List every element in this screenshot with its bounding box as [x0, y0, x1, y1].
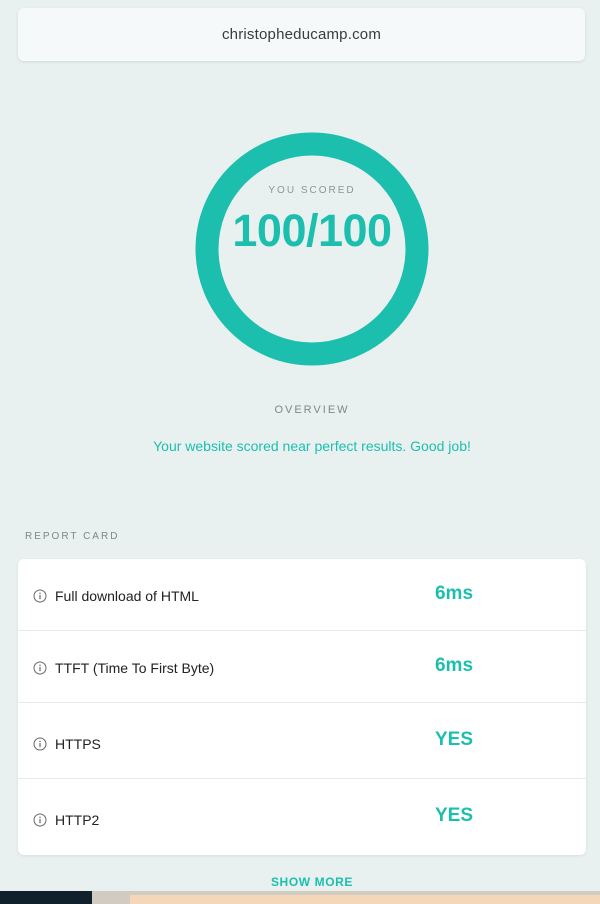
report-row-value: 6ms [434, 583, 474, 604]
site-url: christopheducamp.com [221, 26, 382, 43]
report-row-value: 6ms [434, 655, 474, 676]
info-icon[interactable] [33, 589, 47, 603]
report-row-value: YES [434, 805, 474, 826]
overview-text: Your website scored near perfect results… [153, 438, 471, 454]
report-row-html-download: Full download of HTML 6ms [18, 559, 586, 631]
report-card: Full download of HTML 6ms TTFT (Time To … [18, 559, 586, 855]
report-row-http2: HTTP2 YES [18, 779, 586, 855]
score-value: 100/100 [232, 205, 392, 256]
report-row-value: YES [434, 729, 474, 750]
info-icon[interactable] [33, 813, 47, 827]
os-taskbar [0, 891, 600, 904]
report-row-https: HTTPS YES [18, 703, 586, 779]
overview-heading: OVERVIEW [274, 404, 350, 416]
score-label: YOU SCORED [268, 185, 356, 196]
report-row-label: HTTPS [55, 736, 101, 752]
show-more-button[interactable]: SHOW MORE [0, 875, 600, 889]
info-icon[interactable] [33, 737, 47, 751]
url-bar: christopheducamp.com [18, 8, 585, 61]
score-ring: YOU SCORED 100/100 [194, 131, 430, 367]
report-card-heading: REPORT CARD [25, 531, 120, 542]
taskbar-dock [0, 891, 92, 904]
report-row-label: HTTP2 [55, 812, 100, 828]
info-icon[interactable] [33, 661, 47, 675]
report-row-label: TTFT (Time To First Byte) [55, 660, 215, 676]
taskbar-menu-strip [130, 895, 600, 904]
report-row-label: Full download of HTML [55, 588, 199, 604]
report-row-ttfb: TTFT (Time To First Byte) 6ms [18, 631, 586, 703]
